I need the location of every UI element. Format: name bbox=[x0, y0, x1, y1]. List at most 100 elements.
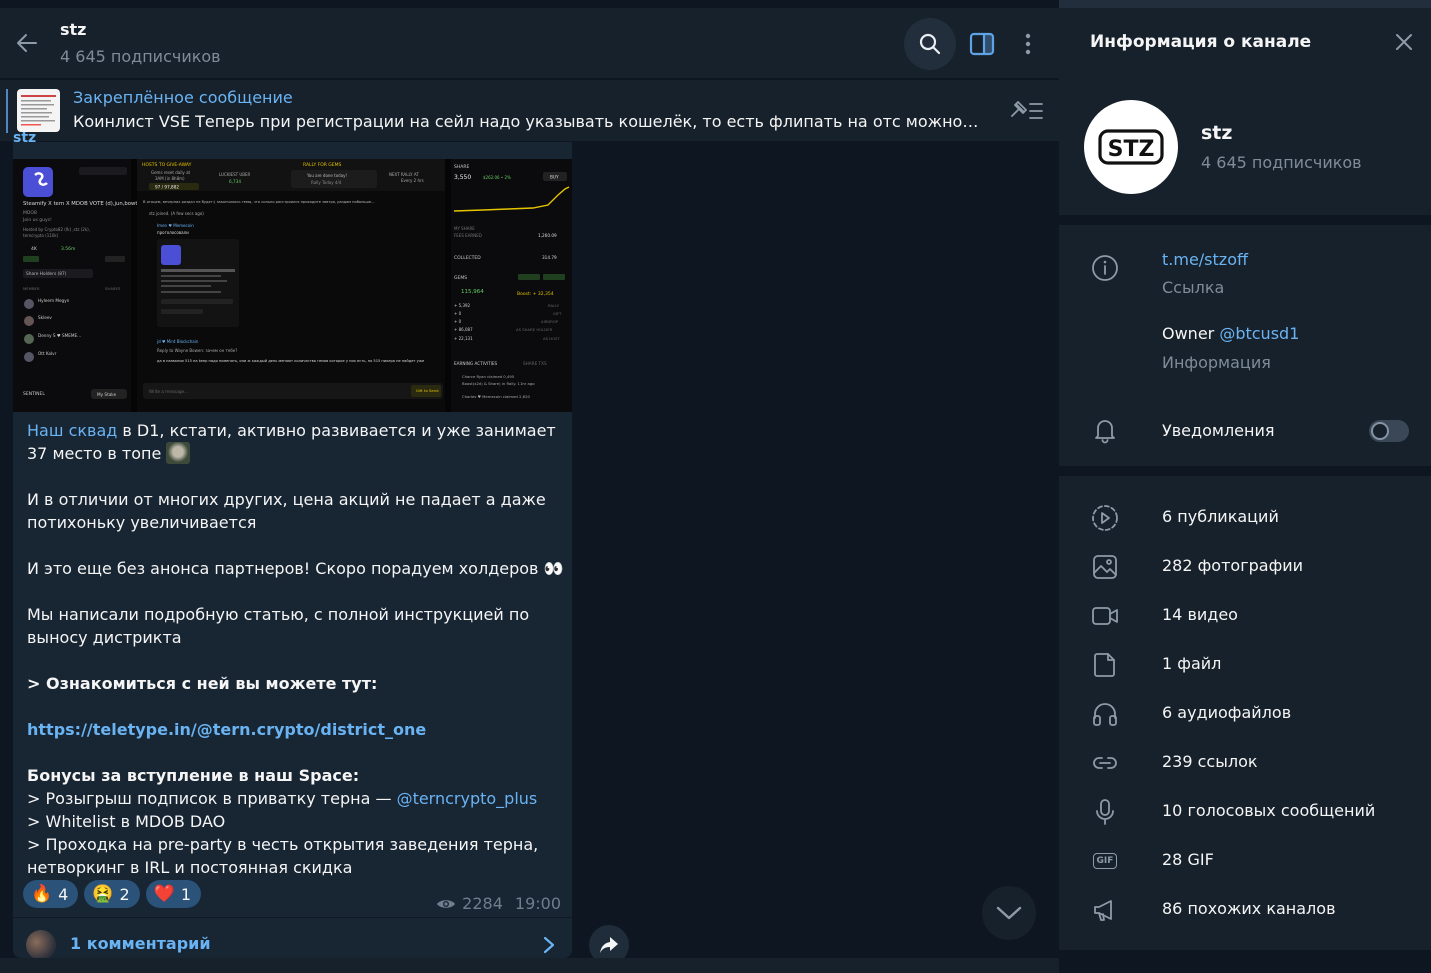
media-gifs[interactable]: 28 GIF bbox=[1162, 850, 1214, 869]
media-audio[interactable]: 6 аудиофайлов bbox=[1162, 703, 1291, 722]
info-panel-title: Информация о канале bbox=[1090, 32, 1312, 52]
chat-title[interactable]: stz bbox=[60, 20, 86, 39]
svg-text:Rally Today 4/4: Rally Today 4/4 bbox=[311, 180, 342, 185]
vomit-emoji-icon: 🤮 bbox=[92, 884, 114, 904]
channel-post: Steamify X tern X MDOB VOTE (d),jun,bowt… bbox=[13, 142, 572, 958]
reactions-bar: 🔥 4 🤮 2 ❤️ 1 bbox=[23, 880, 202, 908]
svg-text:LUCKIEST UBER: LUCKIEST UBER bbox=[219, 172, 251, 177]
svg-text:3,550: 3,550 bbox=[454, 174, 471, 181]
svg-text:3AM (in 8h8m): 3AM (in 8h8m) bbox=[155, 176, 185, 181]
terncrypto-plus-link[interactable]: @terncrypto_plus bbox=[397, 789, 538, 808]
svg-text:jd ♥ Mint Blockchain: jd ♥ Mint Blockchain bbox=[156, 339, 199, 344]
description-label: Информация bbox=[1162, 353, 1271, 372]
media-videos[interactable]: 14 видео bbox=[1162, 605, 1238, 624]
svg-text:Charce Ryan claimed 0,495: Charce Ryan claimed 0,495 bbox=[462, 374, 515, 379]
reaction-fire[interactable]: 🔥 4 bbox=[23, 880, 79, 908]
svg-text:stz joined. (A few secs ago): stz joined. (A few secs ago) bbox=[149, 211, 204, 216]
svg-text:My Stake: My Stake bbox=[97, 392, 117, 397]
svg-text:$262.06 • 2%: $262.06 • 2% bbox=[483, 175, 511, 180]
cat-sticker-image bbox=[166, 442, 191, 464]
owner-handle-link[interactable]: @btcusd1 bbox=[1219, 324, 1299, 343]
notifications-toggle[interactable] bbox=[1369, 420, 1409, 442]
svg-text:+ 5,392: + 5,392 bbox=[454, 303, 471, 308]
svg-text:314.79: 314.79 bbox=[542, 255, 557, 260]
squad-link[interactable]: Наш сквад bbox=[27, 421, 117, 440]
svg-text:97 / 97,882: 97 / 97,882 bbox=[155, 185, 179, 190]
svg-text:FEES EARNED: FEES EARNED bbox=[454, 233, 482, 238]
file-icon bbox=[1094, 653, 1115, 677]
reaction-heart[interactable]: ❤️ 1 bbox=[145, 880, 202, 908]
comments-label: 1 комментарий bbox=[70, 934, 211, 953]
channel-logo-text: STZ bbox=[1108, 137, 1155, 162]
photo-icon bbox=[1093, 555, 1117, 579]
close-icon[interactable] bbox=[1395, 33, 1413, 51]
scroll-down-button[interactable] bbox=[982, 886, 1036, 940]
svg-text:COLLECTED: COLLECTED bbox=[454, 255, 481, 261]
svg-text:+ 22,131: + 22,131 bbox=[454, 336, 473, 341]
svg-text:GIFT: GIFT bbox=[553, 311, 562, 316]
gif-icon: GIF bbox=[1091, 847, 1119, 875]
svg-text:RALLY: RALLY bbox=[548, 303, 560, 308]
svg-text:GEMS: GEMS bbox=[454, 275, 467, 281]
microphone-icon bbox=[1096, 799, 1114, 825]
media-publications[interactable]: 6 публикаций bbox=[1162, 507, 1279, 526]
svg-text:Ott Kolvr: Ott Kolvr bbox=[38, 351, 57, 356]
svg-text:AS HOST: AS HOST bbox=[543, 336, 560, 341]
svg-text:EARNING ACTIVITIES: EARNING ACTIVITIES bbox=[454, 361, 498, 366]
pinned-list-icon[interactable] bbox=[1008, 98, 1044, 124]
svg-text:SENTINEL: SENTINEL bbox=[23, 391, 45, 397]
svg-text:Join us guys!: Join us guys! bbox=[22, 217, 52, 223]
reaction-vomit[interactable]: 🤮 2 bbox=[84, 880, 140, 908]
channel-subscribers: 4 645 подписчиков bbox=[1201, 153, 1362, 172]
info-circle-icon bbox=[1092, 255, 1118, 281]
chat-header: stz 4 645 подписчиков bbox=[0, 8, 1059, 78]
publications-icon bbox=[1092, 505, 1118, 531]
svg-text:MDOB: MDOB bbox=[23, 210, 37, 216]
svg-text:115,964: 115,964 bbox=[461, 289, 484, 295]
post-author[interactable]: stz bbox=[13, 130, 36, 146]
media-files[interactable]: 1 файл bbox=[1162, 654, 1221, 673]
post-photo[interactable]: Steamify X tern X MDOB VOTE (d),jun,bowt… bbox=[13, 159, 572, 412]
bottom-strip bbox=[0, 958, 1059, 973]
share-arrow-icon bbox=[600, 937, 618, 953]
chat-subscribers: 4 645 подписчиков bbox=[60, 47, 221, 66]
media-photos[interactable]: 282 фотографии bbox=[1162, 556, 1303, 575]
svg-text:Charles ♥ Memecoin claimed 2,6: Charles ♥ Memecoin claimed 2,620 bbox=[462, 394, 530, 399]
fire-emoji-icon: 🔥 bbox=[31, 884, 53, 904]
channel-avatar[interactable]: STZ bbox=[1084, 100, 1178, 194]
pinned-message-bar[interactable]: Закреплённое сообщение Коинлист VSE Тепе… bbox=[0, 79, 1059, 141]
reaction-count: 1 bbox=[180, 884, 192, 904]
media-links[interactable]: 239 ссылок bbox=[1162, 752, 1258, 771]
reaction-count: 2 bbox=[119, 884, 130, 904]
svg-text:MY SHARE: MY SHARE bbox=[454, 226, 475, 231]
more-options-icon[interactable] bbox=[1016, 30, 1040, 58]
svg-text:1,260.09: 1,260.09 bbox=[538, 233, 557, 238]
svg-text:Boost: + 32,354: Boost: + 32,354 bbox=[517, 291, 554, 297]
channel-link[interactable]: t.me/stzoff bbox=[1162, 250, 1248, 269]
post-time: 19:00 bbox=[514, 894, 561, 913]
channel-info-panel: Информация о канале STZ stz 4 645 подпис… bbox=[1059, 8, 1431, 973]
svg-text:RALLY FOR GEMS: RALLY FOR GEMS bbox=[303, 162, 342, 168]
svg-text:SHARE: SHARE bbox=[454, 164, 469, 170]
commenter-avatar bbox=[26, 930, 56, 958]
svg-text:Every 2 hrs: Every 2 hrs bbox=[401, 178, 424, 183]
search-button[interactable] bbox=[904, 18, 956, 70]
sidebar-toggle-icon[interactable] bbox=[968, 30, 996, 58]
media-similar-channels[interactable]: 86 похожих каналов bbox=[1162, 899, 1336, 918]
divider bbox=[1059, 950, 1431, 973]
svg-text:Share Holders (87): Share Holders (87) bbox=[26, 271, 67, 277]
chevron-down-icon bbox=[996, 906, 1022, 920]
svg-text:+ 0: + 0 bbox=[454, 311, 462, 316]
svg-text:SHARES: SHARES bbox=[105, 286, 121, 291]
svg-text:+ 0: + 0 bbox=[454, 319, 462, 324]
bonus-line-1: > Розыгрыш подписок в приватку терна — bbox=[27, 789, 397, 808]
svg-text:В отоцем, вечерних раздач не б: В отоцем, вечерних раздач не будет:( зак… bbox=[143, 200, 374, 204]
divider bbox=[1059, 466, 1431, 476]
link-icon bbox=[1093, 757, 1117, 769]
comments-bar[interactable]: 1 комментарий bbox=[13, 917, 572, 958]
svg-text:+ 86,087: + 86,087 bbox=[454, 327, 473, 332]
post-paragraph-5: > Ознакомиться с ней вы можете тут: bbox=[27, 674, 378, 693]
back-arrow-icon[interactable] bbox=[14, 30, 40, 56]
article-link[interactable]: https://teletype.in/@tern.crypto/distric… bbox=[27, 720, 426, 739]
media-voice[interactable]: 10 голосовых сообщений bbox=[1162, 801, 1375, 820]
